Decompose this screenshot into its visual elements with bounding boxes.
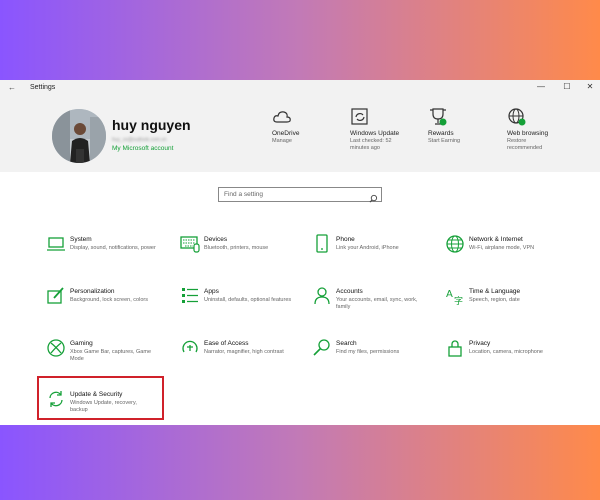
my-microsoft-account-link[interactable]: My Microsoft account xyxy=(112,145,173,152)
back-arrow-icon[interactable]: ← xyxy=(8,83,16,92)
search-icon xyxy=(312,338,332,358)
svg-text:字: 字 xyxy=(454,295,463,306)
find-setting-search-box[interactable]: Find a setting xyxy=(218,187,382,203)
globe-icon xyxy=(507,107,579,127)
window-title: Settings xyxy=(30,84,56,91)
svg-text:A: A xyxy=(446,289,453,300)
category-description: Location, camera, microphone xyxy=(469,349,543,355)
category-description: Bluetooth, printers, mouse xyxy=(204,245,269,251)
keyboard-icon xyxy=(180,234,200,254)
category-name: Apps xyxy=(204,288,219,295)
category-description: Link your Android, iPhone xyxy=(336,245,399,251)
category-name: Personalization xyxy=(70,288,115,295)
cloud-icon xyxy=(272,107,344,127)
quick-link-title: Windows Update xyxy=(350,130,400,137)
category-name: Phone xyxy=(336,236,355,243)
lock-icon xyxy=(445,338,465,358)
xbox-icon xyxy=(46,338,66,358)
maximize-button[interactable]: ☐ xyxy=(560,82,574,91)
quick-link-onedrive[interactable]: OneDrive Manage xyxy=(272,107,344,145)
search-placeholder: Find a setting xyxy=(224,191,264,198)
category-name: Gaming xyxy=(70,340,93,347)
category-description: Narrator, magnifier, high contrast xyxy=(204,349,284,355)
quick-link-title: Web browsing xyxy=(507,130,549,137)
category-name: Accounts xyxy=(336,288,363,295)
category-description: Uninstall, defaults, optional features xyxy=(204,297,292,303)
quick-link-subtitle: Restore recommended xyxy=(507,138,543,151)
quick-link-subtitle: Manage xyxy=(272,138,292,144)
apps-list-icon xyxy=(180,286,200,306)
user-name: huy nguyen xyxy=(112,117,191,133)
paint-icon xyxy=(46,286,66,306)
close-button[interactable]: ✕ xyxy=(583,82,597,91)
category-description: Find my files, permissions xyxy=(336,349,400,355)
globe-icon xyxy=(445,234,465,254)
category-description: Display, sound, notifications, power xyxy=(70,245,156,251)
category-name: Devices xyxy=(204,236,228,243)
category-name: System xyxy=(70,236,92,243)
category-name: Privacy xyxy=(469,340,491,347)
time-language-icon: A字 xyxy=(445,286,465,307)
category-name: Network & Internet xyxy=(469,236,523,243)
minimize-button[interactable]: — xyxy=(534,82,548,91)
category-name: Time & Language xyxy=(469,288,521,295)
quick-link-rewards[interactable]: Rewards Start Earning xyxy=(428,107,500,145)
avatar[interactable] xyxy=(52,109,106,163)
category-name: Search xyxy=(336,340,357,347)
account-header: huy nguyen huy_xx@outlook.com.vn My Micr… xyxy=(0,97,600,172)
highlight-box xyxy=(37,376,164,420)
person-icon xyxy=(312,286,332,306)
laptop-icon xyxy=(46,234,66,254)
search-icon[interactable] xyxy=(369,190,378,208)
category-description: Speech, region, date xyxy=(469,297,520,303)
settings-window: ← Settings — ☐ ✕ huy nguyen huy_xx@outlo… xyxy=(0,80,600,425)
quick-link-windows-update[interactable]: Windows Update Last checked: 52 minutes … xyxy=(350,107,422,152)
category-description: Background, lock screen, colors xyxy=(70,297,148,303)
quick-link-subtitle: Start Earning xyxy=(428,138,461,144)
trophy-icon xyxy=(428,107,500,127)
phone-icon xyxy=(312,234,332,254)
title-bar: ← Settings — ☐ ✕ xyxy=(0,80,600,97)
category-description: Your accounts, email, sync, work, family xyxy=(336,297,418,310)
category-description: Wi-Fi, airplane mode, VPN xyxy=(469,245,535,251)
category-name: Ease of Access xyxy=(204,340,249,347)
user-email: huy_xx@outlook.com.vn xyxy=(112,137,167,143)
quick-link-web-browsing[interactable]: Web browsing Restore recommended xyxy=(507,107,579,152)
ease-of-access-icon xyxy=(180,338,200,358)
sync-icon xyxy=(350,107,422,127)
quick-link-title: OneDrive xyxy=(272,130,300,137)
quick-link-title: Rewards xyxy=(428,130,454,137)
category-description: Xbox Game Bar, captures, Game Mode xyxy=(70,349,152,362)
quick-link-subtitle: Last checked: 52 minutes ago xyxy=(350,138,392,151)
